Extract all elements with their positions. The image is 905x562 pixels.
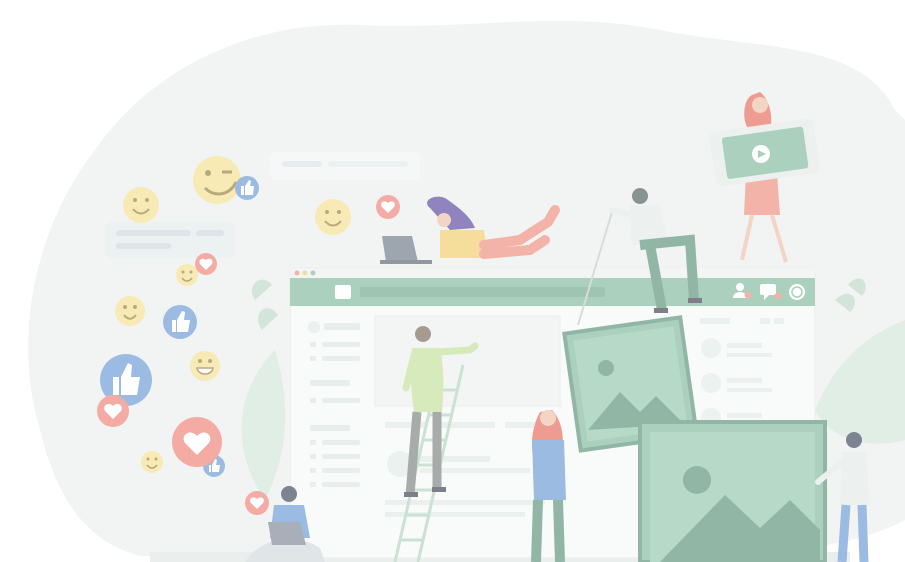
fade-overlay (0, 0, 905, 562)
social-media-illustration (0, 0, 905, 562)
